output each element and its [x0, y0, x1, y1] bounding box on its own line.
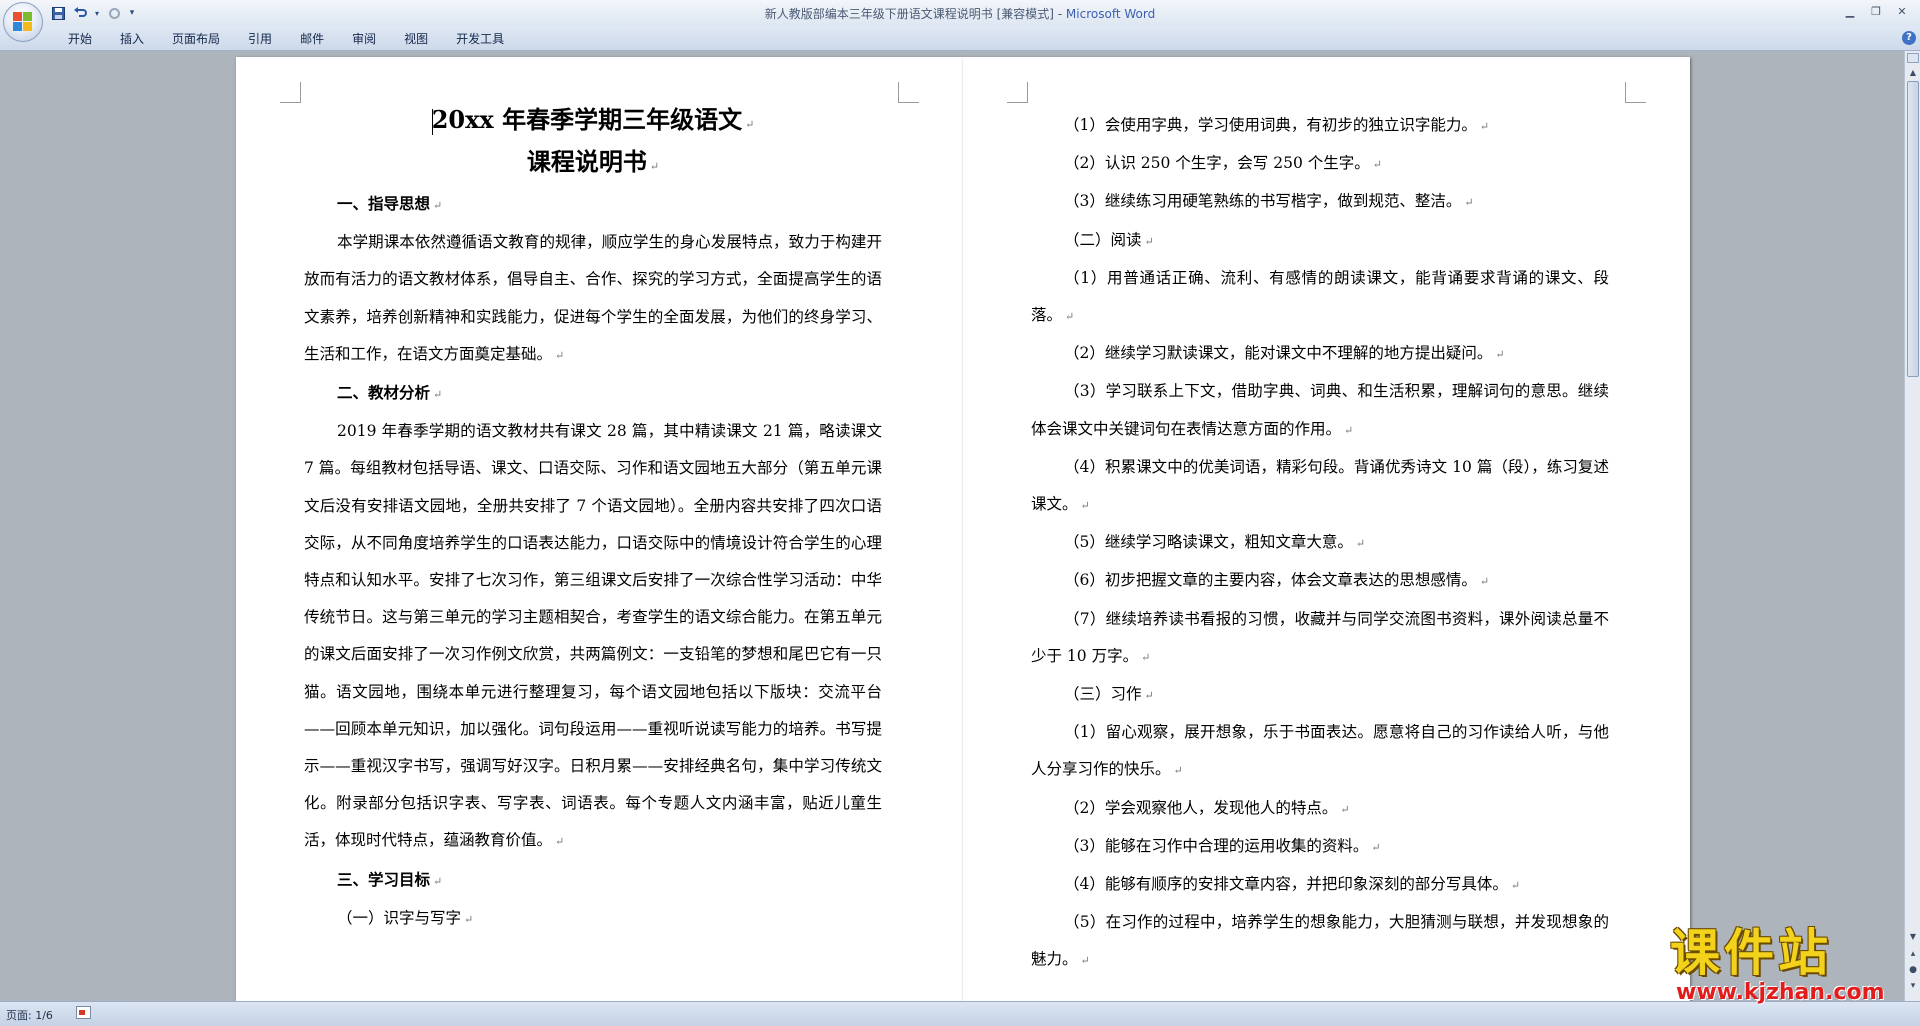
crop-mark: [280, 82, 301, 103]
paragraph: （3）继续练习用硬笔熟练的书写楷字，做到规范、整洁。 ↵: [1064, 192, 1474, 211]
doc-title-line-1: 20xx 年春季学期三年级语文 ↵: [431, 105, 755, 135]
restore-icon[interactable]: ❐: [1864, 2, 1888, 20]
paragraph-mark: ↵: [1340, 802, 1350, 816]
paragraph: 2019 年春季学期的语文教材共有课文 28 篇，其中精读课文 21 篇，略读课…: [304, 422, 882, 850]
crop-mark: [898, 82, 919, 103]
close-icon[interactable]: ✕: [1890, 2, 1914, 20]
paragraph-mark: ↵: [1479, 120, 1490, 133]
paragraph: （2）继续学习默读课文，能对课文中不理解的地方提出疑问。 ↵: [1064, 344, 1505, 363]
paragraph: （1）会使用字典，学习使用词典，有初步的独立识字能力。 ↵: [1064, 116, 1490, 134]
title-bar: ▾ ▾ 新人教版部编本三年级下册语文课程说明书 [兼容模式] - Microso…: [0, 0, 1920, 42]
vertical-scrollbar[interactable]: ▲ ▼ ▴ ● ▾: [1904, 51, 1920, 1001]
paragraph-mark: ↵: [1144, 234, 1154, 248]
paragraph: （5）继续学习略读课文，粗知文章大意。 ↵: [1064, 533, 1366, 552]
language-icon[interactable]: [76, 1006, 91, 1019]
paragraph: （二）阅读 ↵: [1064, 230, 1154, 249]
paragraph: （三）习作 ↵: [1064, 685, 1154, 704]
paragraph: （5）在习作的过程中，培养学生的想象能力，大胆猜测与联想，并发现想象的魅力。 ↵: [1031, 913, 1609, 969]
document-page-1[interactable]: 20xx 年春季学期三年级语文 ↵ 课程说明书 ↵ 一、指导思想 ↵ 本学期课本依然遵循…: [236, 57, 963, 1001]
watermark-logo-text: 课件站: [1670, 924, 1832, 982]
section-heading: 一、指导思想 ↵: [337, 194, 443, 213]
paragraph: （4）积累课文中的优美词语，精彩句段。背诵优秀诗文 10 篇（段），练习复述课文…: [1031, 457, 1609, 514]
page-1-paragraphs: 一、指导思想 ↵ 本学期课本依然遵循语文教育的规律，顺应学生的身心发展特点，致力于构…: [304, 185, 882, 938]
scroll-up-icon[interactable]: ▲: [1907, 67, 1919, 79]
paragraph-mark: ↵: [464, 912, 474, 926]
help-icon[interactable]: ?: [1902, 31, 1916, 45]
crop-mark: [1007, 82, 1028, 103]
paragraph-mark: ↵: [1355, 537, 1366, 551]
paragraph-mark: ↵: [1495, 348, 1505, 362]
paragraph-mark: ↵: [1344, 423, 1354, 437]
paragraph-mark: ↵: [1173, 764, 1183, 778]
paragraph: 本学期课本依然遵循语文教育的规律，顺应学生的身心发展特点，致力于构建开放而有活力…: [304, 233, 882, 363]
tab-insert[interactable]: 插入: [106, 30, 158, 48]
office-logo-icon: [13, 12, 33, 32]
paragraph: （3）学习联系上下文，借助字典、词典、和生活积累，理解词句的意思。继续体会课文中…: [1031, 382, 1609, 438]
doc-title-line-2: 课程说明书 ↵: [526, 147, 660, 176]
minimize-icon[interactable]: ▁: [1838, 2, 1862, 20]
paragraph: （2）认识 250 个生字，会写 250 个生字。 ↵: [1064, 154, 1382, 173]
paragraph: （4）能够有顺序的安排文章内容，并把印象深刻的部分写具体。 ↵: [1064, 875, 1521, 894]
document-area[interactable]: 20xx 年春季学期三年级语文 ↵ 课程说明书 ↵ 一、指导思想 ↵ 本学期课本依然遵循…: [0, 51, 1904, 1001]
tab-mailings[interactable]: 邮件: [286, 30, 338, 48]
paragraph-mark: ↵: [1144, 689, 1154, 703]
office-button[interactable]: [3, 2, 43, 42]
app-name: Microsoft Word: [1065, 7, 1156, 21]
page-2-paragraphs: （1）会使用字典，学习使用词典，有初步的独立识字能力。 ↵ （2）认识 250 个生…: [1031, 107, 1609, 980]
view-ruler-icon[interactable]: [1907, 53, 1919, 63]
page-2-body: （1）会使用字典，学习使用词典，有初步的独立识字能力。 ↵ （2）认识 250 个生…: [1031, 107, 1609, 980]
tab-developer[interactable]: 开发工具: [442, 30, 518, 48]
paragraph-mark: ↵: [1080, 499, 1090, 513]
tab-references[interactable]: 引用: [234, 30, 286, 48]
section-heading: 二、教材分析 ↵: [337, 383, 443, 403]
window-controls: ▁ ❐ ✕: [1838, 2, 1914, 20]
page-count-status[interactable]: 页面: 1/6: [6, 1007, 53, 1023]
site-watermark-logo: 课件站 www.kjzhan.com: [1670, 925, 1910, 1009]
paragraph-mark: ↵: [555, 835, 565, 849]
paragraph: （一）识字与写字 ↵: [337, 908, 474, 927]
document-page-2[interactable]: （1）会使用字典，学习使用词典，有初步的独立识字能力。 ↵ （2）认识 250 个生…: [963, 57, 1690, 1001]
status-bar: 页面: 1/6: [0, 1001, 1920, 1026]
paragraph: （2）学会观察他人，发现他人的特点。 ↵: [1064, 798, 1350, 817]
section-heading: 三、学习目标 ↵: [337, 869, 443, 889]
paragraph: （3）能够在习作中合理的运用收集的资料。 ↵: [1064, 836, 1381, 855]
page-1-body: 20xx 年春季学期三年级语文 ↵ 课程说明书 ↵ 一、指导思想 ↵ 本学期课本依然遵循…: [304, 101, 882, 938]
tab-home[interactable]: 开始: [54, 30, 106, 48]
tab-page-layout[interactable]: 页面布局: [158, 30, 234, 48]
watermark-url: www.kjzhan.com: [1676, 980, 1885, 1005]
paragraph-mark: ↵: [1479, 575, 1490, 589]
paragraph-mark: ↵: [1372, 158, 1382, 172]
paragraph: （1）留心观察，展开想象，乐于书面表达。愿意将自己的习作读给人听，与他人分享习作…: [1031, 723, 1609, 779]
paragraph: （7）继续培养读书看报的习惯，收藏并与同学交流图书资料，课外阅读总量不少于 10…: [1031, 609, 1609, 665]
paragraph-mark: ↵: [555, 348, 565, 362]
ribbon-tab-bar: 开始 插入 页面布局 引用 邮件 审阅 视图 开发工具 ?: [0, 26, 1920, 51]
paragraph-mark: ↵: [433, 388, 443, 402]
paragraph-mark: ↵: [1065, 310, 1075, 324]
paragraph-mark: ↵: [1371, 840, 1381, 854]
paragraph-mark: ↵: [1080, 954, 1090, 968]
paragraph: （6）初步把握文章的主要内容，体会文章表达的思想感情。 ↵: [1064, 571, 1490, 590]
tab-review[interactable]: 审阅: [338, 30, 390, 48]
paragraph-mark: ↵: [433, 199, 443, 212]
paragraph-mark: ↵: [1141, 650, 1151, 664]
window-title: 新人教版部编本三年级下册语文课程说明书 [兼容模式] - Microsoft W…: [764, 7, 1156, 21]
scroll-thumb[interactable]: [1907, 81, 1919, 377]
paragraph-mark: ↵: [1510, 879, 1521, 893]
tab-view[interactable]: 视图: [390, 30, 442, 48]
paragraph-mark: ↵: [433, 874, 443, 888]
crop-mark: [1625, 82, 1646, 103]
paragraph-mark: ↵: [1464, 196, 1474, 210]
paragraph: （1）用普通话正确、流利、有感情的朗读课文，能背诵要求背诵的课文、段落。 ↵: [1031, 268, 1609, 325]
